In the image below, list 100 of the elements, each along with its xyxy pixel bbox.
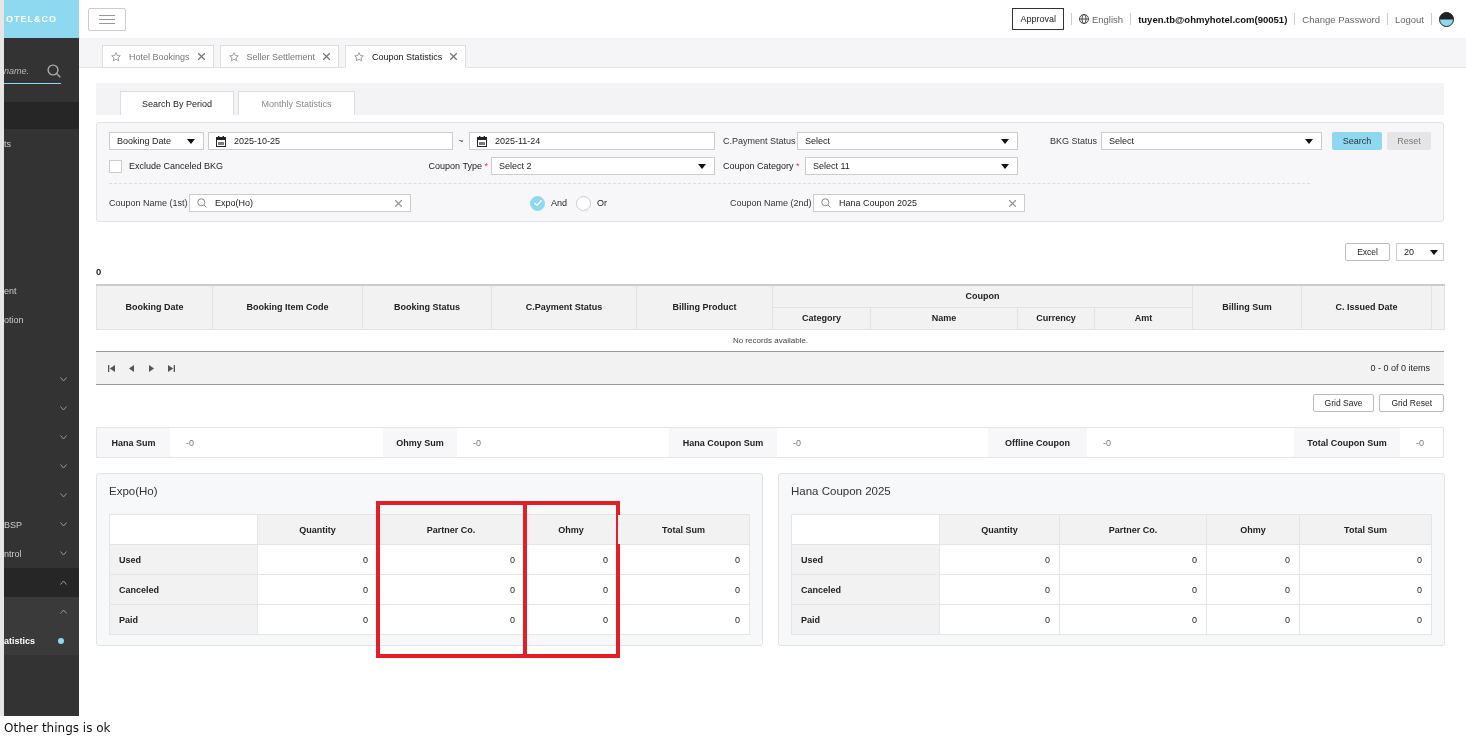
column-header: Booking Status — [362, 285, 492, 329]
menu-item[interactable]: ts — [4, 129, 79, 158]
table-cell: 0 — [257, 544, 378, 575]
menu-item[interactable]: atistics — [4, 626, 79, 655]
chevron-icon[interactable] — [60, 493, 67, 498]
last-page-icon[interactable] — [168, 364, 175, 372]
table-cell: 0 — [1206, 604, 1300, 635]
date-field[interactable]: 2025-10-25 — [208, 132, 453, 150]
column-header: Total Sum — [617, 514, 750, 545]
radio-button[interactable] — [530, 195, 545, 211]
caption: Other things is ok — [3, 720, 112, 735]
tab[interactable]: Seller Settlement — [219, 45, 340, 68]
radio-button[interactable] — [576, 195, 591, 211]
column-header: Billing Sum — [1192, 285, 1302, 329]
select-field[interactable]: Select — [1101, 132, 1322, 150]
field-label: Coupon Name (1st) — [109, 198, 189, 208]
menu-item[interactable]: otion — [4, 305, 79, 334]
star-icon[interactable] — [111, 51, 121, 62]
select-field[interactable]: Select — [797, 132, 1018, 150]
chevron-icon[interactable] — [60, 464, 67, 469]
tab[interactable]: Hotel Bookings — [102, 45, 214, 68]
grid-button[interactable]: Grid Save — [1312, 394, 1375, 412]
header-link[interactable]: Logout — [1394, 13, 1424, 25]
table-cell: 0 — [257, 604, 378, 635]
star-icon[interactable] — [354, 51, 365, 62]
chevron-icon[interactable] — [60, 580, 67, 585]
sum-label: Offline Coupon — [988, 428, 1087, 457]
header-link[interactable]: Change Password — [1302, 13, 1380, 25]
chevron-icon[interactable] — [60, 377, 67, 382]
caret-icon — [187, 138, 195, 144]
tab[interactable]: Monthly Statistics — [238, 91, 355, 115]
tab[interactable]: Search By Period — [120, 91, 234, 115]
language-link[interactable]: English — [1078, 13, 1124, 25]
sum-label: Hana Coupon Sum — [669, 428, 777, 457]
reset-button[interactable]: Reset — [1387, 132, 1431, 150]
close-icon[interactable] — [197, 53, 205, 60]
table-cell: 0 — [1059, 574, 1207, 605]
column-header: Quantity — [939, 514, 1060, 545]
chevron-icon[interactable] — [60, 551, 67, 556]
menu-button[interactable] — [88, 7, 126, 31]
field-label: Coupon Name (2nd) — [730, 198, 813, 208]
menu-group[interactable]: ntrol — [4, 539, 79, 568]
previous-page-icon[interactable] — [128, 364, 135, 372]
checkbox-label: Exclude Canceled BKG — [129, 161, 224, 171]
column-header: Booking Item Code — [212, 285, 363, 329]
approval-button[interactable]: Approval — [1012, 8, 1064, 30]
sum-value: -0 — [472, 436, 482, 450]
first-page-icon[interactable] — [108, 364, 115, 372]
menu-item[interactable]: ent — [4, 276, 79, 305]
field-value: Hana Coupon 2025 — [839, 198, 918, 208]
card-title: Expo(Ho) — [109, 485, 159, 499]
active-dot — [58, 637, 64, 644]
column-header: C. Issued Date — [1301, 285, 1432, 329]
menu-search-field[interactable]: name. — [4, 65, 44, 76]
close-icon[interactable] — [1009, 199, 1016, 207]
close-icon[interactable] — [450, 53, 458, 60]
row-label: Used — [791, 544, 940, 575]
menu-group[interactable]: BSP — [4, 510, 79, 539]
column-header: Partner Co. — [1059, 514, 1207, 545]
column-header: Name — [870, 307, 1018, 329]
checkbox[interactable] — [109, 159, 122, 173]
menu-label: otion — [4, 314, 24, 325]
close-icon[interactable] — [395, 199, 402, 207]
grid-button[interactable]: Grid Reset — [1379, 394, 1444, 412]
excel-button[interactable]: Excel — [1345, 243, 1390, 261]
table-cell: 0 — [617, 544, 750, 575]
row-label: Paid — [109, 604, 258, 635]
select-field[interactable]: Select 11 — [805, 157, 1018, 175]
column-header: C.Payment Status — [491, 285, 637, 329]
search-field[interactable]: Hana Coupon 2025 — [813, 194, 1025, 212]
caret-icon — [1001, 138, 1009, 144]
chevron-icon[interactable] — [60, 406, 67, 411]
search-field[interactable]: Expo(Ho) — [189, 194, 411, 212]
date-field[interactable]: 2025-11-24 — [469, 132, 715, 150]
card-title: Hana Coupon 2025 — [791, 485, 892, 499]
search-button[interactable]: Search — [1332, 132, 1382, 150]
column-header: Booking Date — [96, 285, 213, 329]
date-type-select[interactable]: Booking Date — [109, 132, 204, 150]
radio-label: And — [551, 198, 567, 208]
table-cell: 0 — [1206, 544, 1300, 575]
tab[interactable]: Coupon Statistics — [345, 45, 467, 68]
search-icon — [197, 198, 207, 208]
chevron-icon[interactable] — [60, 609, 67, 614]
column-header: Billing Product — [636, 285, 773, 329]
sum-label: Hana Sum — [97, 428, 170, 457]
sum-value: -0 — [1415, 436, 1425, 450]
user-email[interactable]: tuyen.tb@ohmyhotel.com(90051) — [1138, 13, 1288, 25]
next-page-icon[interactable] — [148, 364, 155, 372]
table-cell: 0 — [1299, 574, 1432, 605]
calendar-icon — [477, 135, 487, 147]
star-icon[interactable] — [228, 51, 239, 62]
select-field[interactable]: Select 2 — [491, 157, 715, 175]
avatar-icon[interactable] — [1439, 11, 1454, 27]
table-cell: 0 — [1059, 544, 1207, 575]
chevron-icon[interactable] — [60, 522, 67, 527]
range-separator: ~ — [457, 136, 465, 146]
radio-label: Or — [597, 198, 607, 208]
chevron-icon[interactable] — [60, 435, 67, 440]
close-icon[interactable] — [323, 53, 331, 60]
page-size-select[interactable]: 20 — [1396, 243, 1444, 261]
